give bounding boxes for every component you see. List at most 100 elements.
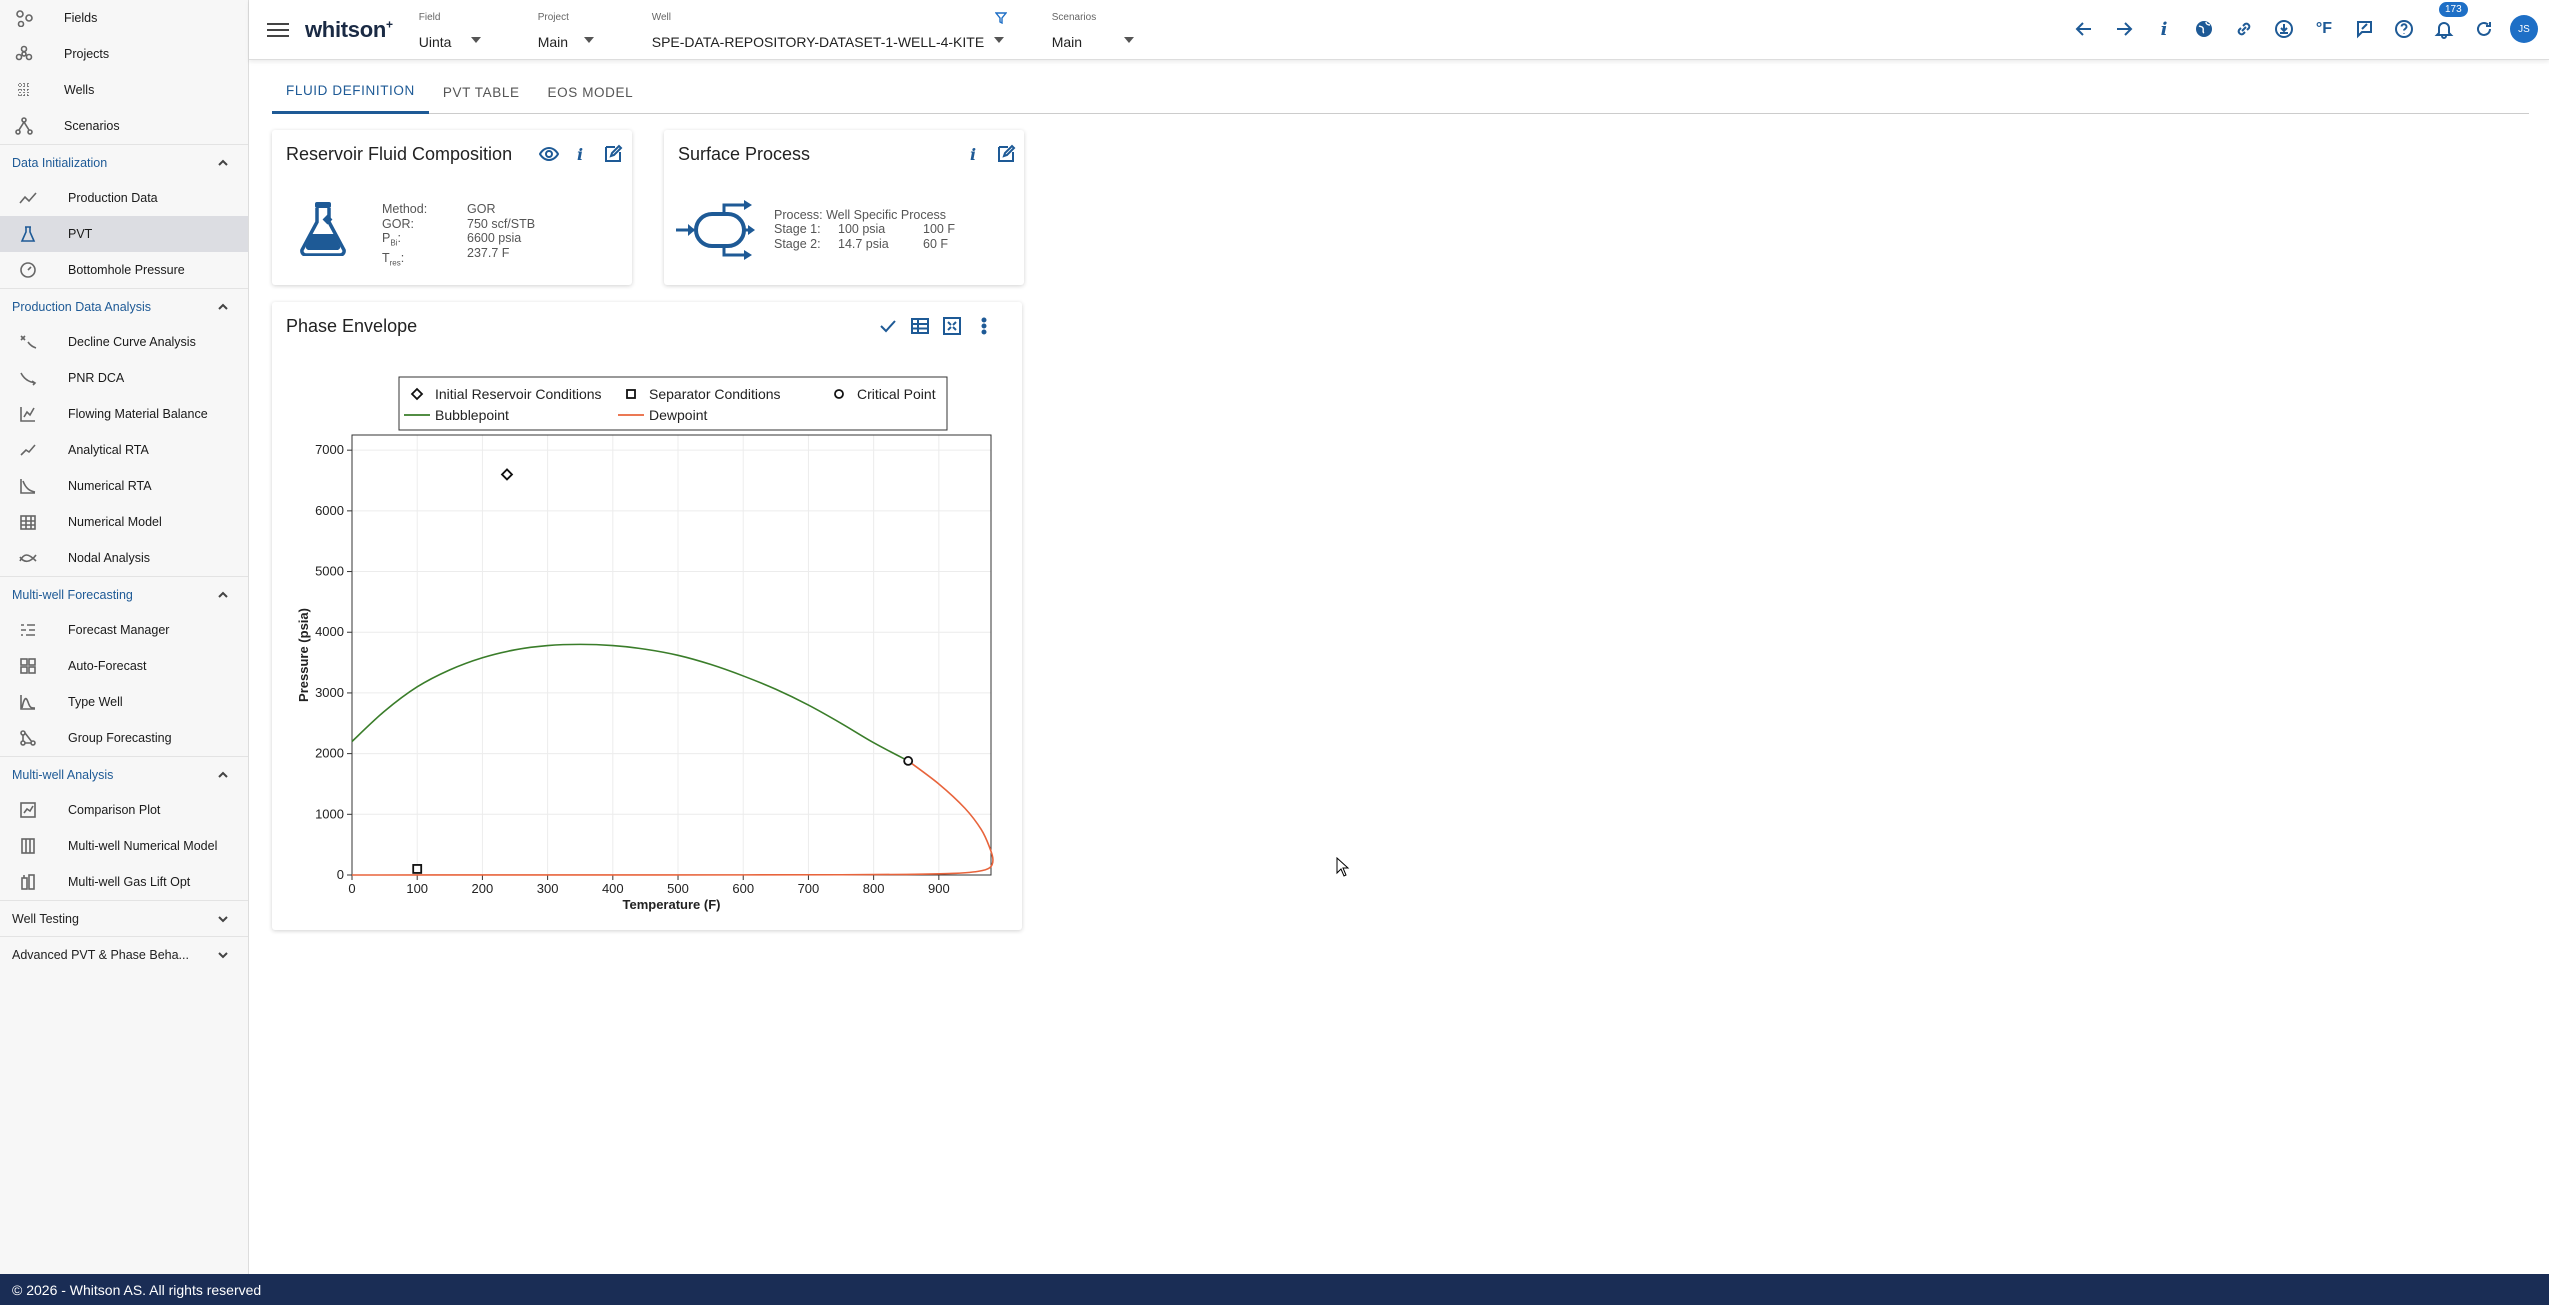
sidebar-item-forecast-manager[interactable]: Forecast Manager — [0, 612, 248, 648]
auto-forecast-icon — [18, 656, 38, 676]
filter-icon[interactable] — [994, 11, 1007, 24]
forward-arrow-icon[interactable] — [2109, 14, 2139, 44]
eye-icon[interactable] — [539, 144, 559, 164]
nodal-icon — [18, 548, 38, 568]
y-tick-label: 3000 — [315, 685, 344, 700]
section-data-initialization[interactable]: Data Initialization — [0, 144, 248, 180]
section-advanced-pvt-phase-beha[interactable]: Advanced PVT & Phase Beha... — [0, 936, 248, 972]
sidebar-item-multi-well-numerical-model[interactable]: Multi-well Numerical Model — [0, 828, 248, 864]
decline-icon — [18, 332, 38, 352]
info-icon[interactable]: i — [571, 144, 591, 164]
menu-icon[interactable] — [267, 22, 289, 37]
forecast-manager-icon — [18, 620, 38, 640]
x-tick-label: 600 — [732, 881, 754, 896]
sidebar-item-numerical-rta[interactable]: Numerical RTA — [0, 468, 248, 504]
sidebar-item-decline-curve-analysis[interactable]: Decline Curve Analysis — [0, 324, 248, 360]
x-axis-label: Temperature (F) — [623, 897, 721, 912]
notifications-icon[interactable]: 173 — [2429, 2, 2468, 44]
section-multi-well-forecasting[interactable]: Multi-well Forecasting — [0, 576, 248, 612]
sidebar-item-label: Numerical RTA — [68, 479, 152, 493]
section-title: Advanced PVT & Phase Beha... — [12, 947, 189, 962]
chevron-up-icon — [218, 159, 228, 166]
chevron-down-icon — [218, 915, 228, 922]
pnr-icon — [18, 368, 38, 388]
y-tick-label: 4000 — [315, 624, 344, 639]
tab-pvt-table[interactable]: PVT TABLE — [429, 70, 534, 114]
section-well-testing[interactable]: Well Testing — [0, 900, 248, 936]
sidebar-item-type-well[interactable]: Type Well — [0, 684, 248, 720]
section-title: Data Initialization — [12, 155, 108, 170]
refresh-icon[interactable] — [2469, 14, 2499, 44]
info-icon[interactable]: i — [964, 144, 984, 164]
phase-envelope-chart[interactable]: 0 100 200 300 400 500 600 700 800 900 0 1000 2000 300… — [272, 302, 1022, 930]
sidebar-item-scenarios[interactable]: Scenarios — [0, 108, 248, 144]
sidebar-item-auto-forecast[interactable]: Auto-Forecast — [0, 648, 248, 684]
feedback-icon[interactable] — [2349, 14, 2379, 44]
help-icon[interactable] — [2389, 14, 2419, 44]
sidebar-item-wells[interactable]: Wells — [0, 72, 248, 108]
back-arrow-icon[interactable] — [2069, 14, 2099, 44]
sidebar-item-pnr-dca[interactable]: PNR DCA — [0, 360, 248, 396]
chevron-down-icon — [218, 951, 228, 958]
tab-eos-model[interactable]: EOS MODEL — [534, 70, 648, 114]
top-bar: whitson+ Field Uinta Project Main Well S… — [249, 0, 2549, 60]
section-multi-well-analysis[interactable]: Multi-well Analysis — [0, 756, 248, 792]
chevron-down-icon — [1123, 36, 1134, 43]
info-icon[interactable]: i — [2149, 14, 2179, 44]
stage1-temp: 100 F — [923, 222, 955, 236]
sidebar-item-label: Flowing Material Balance — [68, 407, 208, 421]
x-tick-label: 0 — [348, 881, 355, 896]
sidebar-item-analytical-rta[interactable]: Analytical RTA — [0, 432, 248, 468]
x-tick-label: 400 — [602, 881, 624, 896]
stage1-pressure: 100 psia — [838, 222, 886, 236]
well-label: Well — [651, 11, 671, 23]
project-selector[interactable]: Project Main — [538, 7, 628, 53]
sidebar-item-bottomhole-pressure[interactable]: Bottomhole Pressure — [0, 252, 248, 288]
surface-process-info: Process: Well Specific Process — [774, 208, 946, 223]
link-icon[interactable] — [2229, 14, 2259, 44]
reservoir-keys: Method: GOR: PBi: Tres: — [382, 202, 427, 271]
sidebar-item-flowing-material-balance[interactable]: Flowing Material Balance — [0, 396, 248, 432]
numerical-model-icon — [18, 512, 38, 532]
marker-critical-point — [903, 756, 914, 766]
well-selector[interactable]: Well SPE-DATA-REPOSITORY-DATASET-1-WELL-… — [652, 7, 1028, 53]
globe-icon[interactable] — [2189, 14, 2219, 44]
scenarios-selector[interactable]: Scenarios Main — [1052, 7, 1152, 53]
sidebar-item-fields[interactable]: Fields — [0, 0, 248, 36]
edit-icon[interactable] — [996, 144, 1016, 164]
x-tick-label: 700 — [798, 881, 820, 896]
gor-key: GOR: — [382, 216, 414, 231]
y-tick-label: 2000 — [315, 746, 344, 761]
field-selector[interactable]: Field Uinta — [419, 7, 514, 53]
sidebar-item-nodal-analysis[interactable]: Nodal Analysis — [0, 540, 248, 576]
user-avatar[interactable]: JS — [2509, 14, 2539, 44]
flask-icon — [300, 202, 346, 256]
chevron-up-icon — [218, 303, 228, 310]
sidebar-item-multi-well-gas-lift-opt[interactable]: Multi-well Gas Lift Opt — [0, 864, 248, 900]
temperature-unit-icon[interactable]: °F — [2309, 14, 2339, 44]
svg-text:i: i — [577, 145, 583, 164]
analytical-rta-icon — [18, 440, 38, 460]
y-tick-label: 7000 — [315, 442, 344, 457]
series-bubblepoint-line — [351, 643, 909, 762]
type-well-icon — [18, 692, 38, 712]
sidebar-item-group-forecasting[interactable]: Group Forecasting — [0, 720, 248, 756]
sidebar-item-production-data[interactable]: Production Data — [0, 180, 248, 216]
sidebar-item-label: Projects — [64, 47, 110, 61]
edit-icon[interactable] — [603, 144, 623, 164]
sidebar-item-projects[interactable]: Projects — [0, 36, 248, 72]
sidebar-item-pvt[interactable]: PVT — [0, 216, 248, 252]
tab-fluid-definition[interactable]: FLUID DEFINITION — [272, 70, 429, 114]
card-title: Surface Process — [678, 144, 811, 164]
download-icon[interactable] — [2269, 14, 2299, 44]
sidebar-item-comparison-plot[interactable]: Comparison Plot — [0, 792, 248, 828]
section-production-data-analysis[interactable]: Production Data Analysis — [0, 288, 248, 324]
sidebar-item-numerical-model[interactable]: Numerical Model — [0, 504, 248, 540]
mouse-cursor — [1336, 857, 1350, 877]
card-actions: i — [539, 144, 623, 164]
reservoir-fluid-card: Reservoir Fluid Composition i Method: GO… — [272, 130, 632, 285]
logo[interactable]: whitson+ — [305, 17, 393, 43]
sidebar-item-label: PNR DCA — [68, 371, 125, 385]
stage1-label: Stage 1: — [774, 222, 821, 236]
y-tick-label: 5000 — [315, 564, 344, 579]
